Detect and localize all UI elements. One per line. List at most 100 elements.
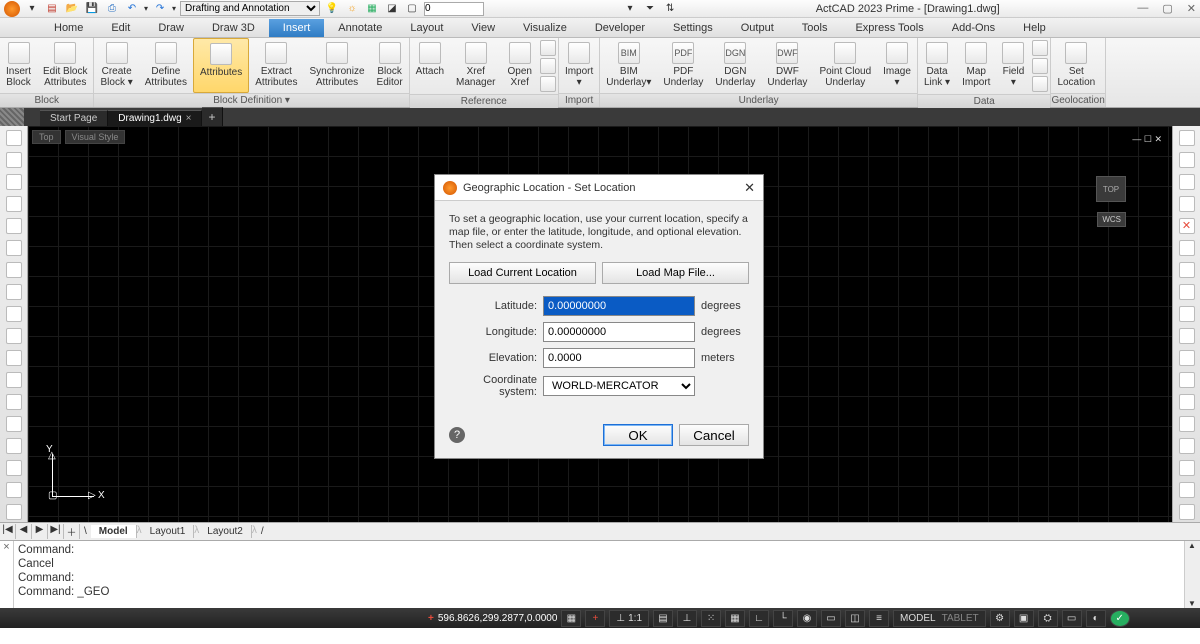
menu-insert[interactable]: Insert [269,19,325,37]
status-cross-icon[interactable]: + [585,610,605,627]
menu-annotate[interactable]: Annotate [324,19,396,37]
rtool-zoom-icon[interactable] [1179,174,1195,190]
dialog-close-icon[interactable]: ✕ [744,180,755,196]
rtool-k-icon[interactable] [1179,460,1195,476]
close-window-icon[interactable]: ✕ [1187,2,1196,15]
menu-add-ons[interactable]: Add-Ons [938,19,1009,37]
small-tool-1[interactable] [540,58,556,74]
menu-tools[interactable]: Tools [788,19,842,37]
tool-region-icon[interactable] [6,416,22,432]
status-model-tablet[interactable]: MODELTABLET [893,610,986,627]
attach[interactable]: Attach [410,38,450,94]
workspace-selector[interactable]: Drafting and Annotation [180,1,320,16]
tool-text-icon[interactable] [6,372,22,388]
rtool-l-icon[interactable] [1179,482,1195,498]
status-angle-icon[interactable]: ∟ [749,610,769,627]
panel-reference[interactable]: Reference [410,94,558,108]
rtool-e-icon[interactable] [1179,328,1195,344]
tool-wave-icon[interactable] [6,284,22,300]
open-icon[interactable]: 📂 [64,1,80,17]
minimize-icon[interactable]: — [1137,2,1148,15]
import[interactable]: Import▾ [559,38,599,93]
status-grid3-icon[interactable]: ▦ [725,610,745,627]
panel-block-definition-[interactable]: Block Definition ▾ [94,93,408,107]
load-map-file-button[interactable]: Load Map File... [602,262,749,284]
rtool-h-icon[interactable] [1179,394,1195,410]
latitude-input[interactable] [543,296,695,316]
undo-icon[interactable]: ↶ [124,1,140,17]
maximize-icon[interactable]: ▢ [1162,2,1172,15]
tool-circle1-icon[interactable] [6,218,22,234]
model-viewport[interactable]: Top Visual Style — ☐ ✕ TOP WCS Y X △ ▷ ▢… [28,126,1172,522]
grid-icon[interactable]: ▦ [364,1,380,17]
menu-draw[interactable]: Draw [144,19,198,37]
rtool-d-icon[interactable] [1179,306,1195,322]
status-snap-icon[interactable]: ▦ [561,610,581,627]
more-icon[interactable]: ⇅ [662,1,678,17]
rtool-close-icon[interactable]: ✕ [1179,218,1195,234]
tool-arc-icon[interactable] [6,196,22,212]
small-tool-0[interactable] [1032,40,1048,56]
dgn-underlay[interactable]: DGNDGNUnderlay [709,38,761,93]
tool-circle2-icon[interactable] [6,240,22,256]
tool-misc-icon[interactable] [6,504,22,520]
status-ortho-icon[interactable]: ⊥ [677,610,697,627]
doctab-close-icon[interactable]: × [186,113,192,124]
status-globe-icon[interactable]: ◉ [797,610,817,627]
dash-icon[interactable]: ⏷ [642,1,658,17]
status-layer-icon[interactable]: ◫ [845,610,865,627]
small-tool-2[interactable] [540,76,556,92]
new-icon[interactable]: ▤ [44,1,60,17]
tool-rect2-icon[interactable] [6,350,22,366]
data-link[interactable]: DataLink ▾ [918,38,956,94]
command-scrollbar[interactable] [1184,541,1200,608]
insert-block[interactable]: InsertBlock [0,38,37,93]
layout-last-icon[interactable]: ▶| [48,524,64,539]
rtool-a-icon[interactable] [1179,240,1195,256]
synchronize-attributes[interactable]: SynchronizeAttributes [304,38,371,93]
saveall-icon[interactable]: ⎙ [104,1,120,17]
tool-ray-icon[interactable] [6,174,22,190]
rtool-orbit-icon[interactable] [1179,152,1195,168]
menu-output[interactable]: Output [727,19,788,37]
view-cube[interactable]: TOP [1096,176,1126,202]
status-lines-icon[interactable]: ≡ [869,610,889,627]
panel-block[interactable]: Block [0,93,93,107]
status-clock-icon[interactable]: ◐ [1086,610,1106,627]
tool-hatch-icon[interactable] [6,394,22,410]
attributes[interactable]: Attributes [193,38,249,93]
status-screen-icon[interactable]: ▣ [1014,610,1034,627]
layout-first-icon[interactable]: |◀ [0,524,16,539]
status-check-icon[interactable]: ✓ [1110,610,1130,627]
layout-tab-layout1[interactable]: Layout1 [142,525,195,538]
status-grid2-icon[interactable]: ▤ [653,610,673,627]
layout-add-icon[interactable]: ＋ [64,524,80,539]
bulb-icon[interactable]: 💡 [324,1,340,17]
elevation-input[interactable] [543,348,695,368]
cancel-button[interactable]: Cancel [679,424,749,446]
menu-settings[interactable]: Settings [659,19,727,37]
small-tool-0[interactable] [540,40,556,56]
viewport-top-label[interactable]: Top [32,130,61,144]
ok-button[interactable]: OK [603,424,673,446]
tool-boundary-icon[interactable] [6,482,22,498]
block-editor[interactable]: BlockEditor [371,38,409,93]
app-logo-icon[interactable] [4,1,20,17]
tool-rect-icon[interactable] [6,328,22,344]
pdf-underlay[interactable]: PDFPDFUnderlay [657,38,709,93]
status-rect-icon[interactable]: ▭ [821,610,841,627]
rtool-home-icon[interactable] [1179,196,1195,212]
tool-donut-icon[interactable] [6,438,22,454]
layout-prev-icon[interactable]: ◀ [16,524,32,539]
layout-next-icon[interactable]: ▶ [32,524,48,539]
rtool-j-icon[interactable] [1179,438,1195,454]
layout-tab-layout2[interactable]: Layout2 [199,525,252,538]
status-corner-icon[interactable]: └ [773,610,793,627]
panel-import[interactable]: Import [559,93,599,107]
tool-pline-icon[interactable] [6,152,22,168]
undo-dropdown-icon[interactable]: ▾ [144,4,148,13]
qat-dropdown-icon[interactable]: ▾ [24,1,40,17]
dialog-help-icon[interactable]: ? [449,427,465,443]
doctab-add[interactable]: + [202,107,222,126]
tool-spline-icon[interactable] [6,262,22,278]
